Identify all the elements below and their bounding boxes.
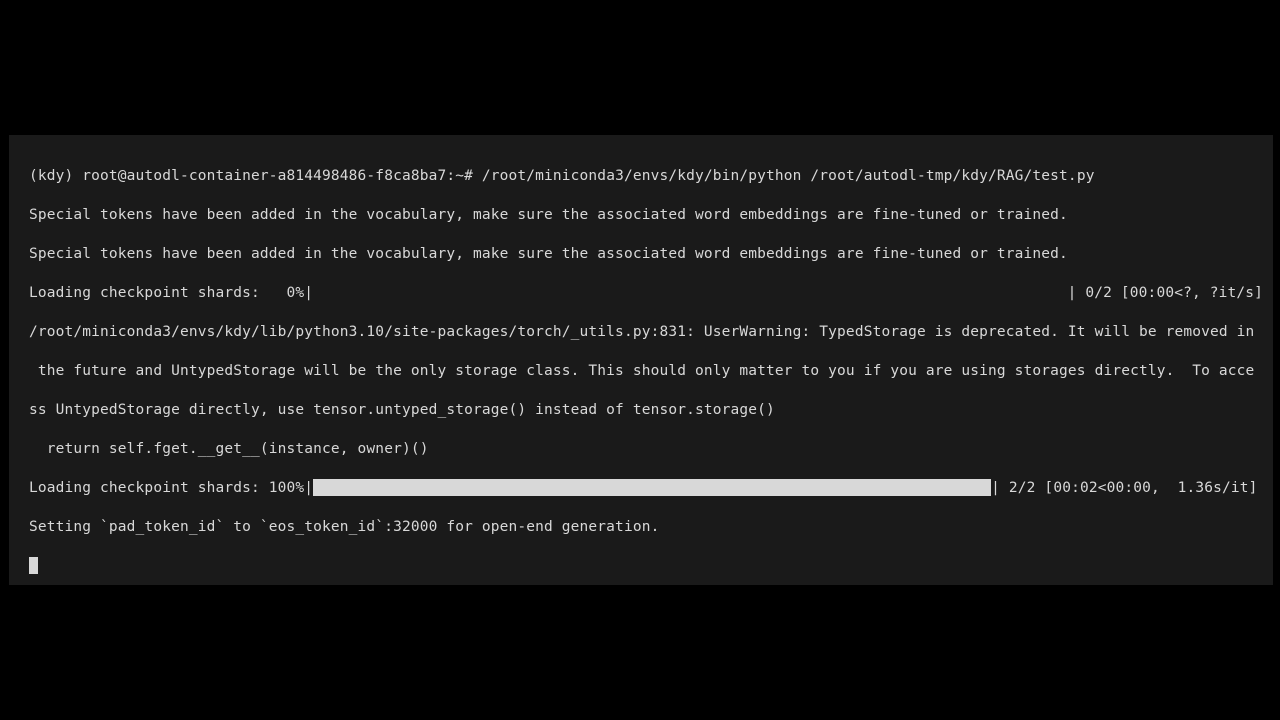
shell-prompt: (kdy) root@autodl-container-a814498486-f… xyxy=(29,167,482,187)
cursor-block-icon xyxy=(29,557,38,574)
progress-label: Loading checkpoint shards: 0%| xyxy=(29,284,313,304)
cursor-line xyxy=(29,557,1263,577)
progress-label: Loading checkpoint shards: 100%| xyxy=(29,479,313,499)
progress-stats: | 0/2 [00:00<?, ?it/s] xyxy=(1068,284,1263,304)
prompt-line: (kdy) root@autodl-container-a814498486-f… xyxy=(29,167,1263,187)
progress-line-100: Loading checkpoint shards: 100%| | 2/2 [0… xyxy=(29,479,1263,499)
progress-stats: | 2/2 [00:02<00:00, 1.36s/it] xyxy=(991,479,1257,499)
output-line: the future and UntypedStorage will be th… xyxy=(29,362,1263,382)
progress-bar-fill xyxy=(313,479,991,496)
terminal-output[interactable]: (kdy) root@autodl-container-a814498486-f… xyxy=(9,135,1273,585)
output-line: Special tokens have been added in the vo… xyxy=(29,206,1263,226)
output-line: Special tokens have been added in the vo… xyxy=(29,245,1263,265)
output-line: ss UntypedStorage directly, use tensor.u… xyxy=(29,401,1263,421)
command-text: /root/miniconda3/envs/kdy/bin/python /ro… xyxy=(482,167,1095,187)
output-line: /root/miniconda3/envs/kdy/lib/python3.10… xyxy=(29,323,1263,343)
output-line: return self.fget.__get__(instance, owner… xyxy=(29,440,1263,460)
progress-line-0: Loading checkpoint shards: 0%| | 0/2 [00:… xyxy=(29,284,1263,304)
output-line: Setting `pad_token_id` to `eos_token_id`… xyxy=(29,518,1263,538)
